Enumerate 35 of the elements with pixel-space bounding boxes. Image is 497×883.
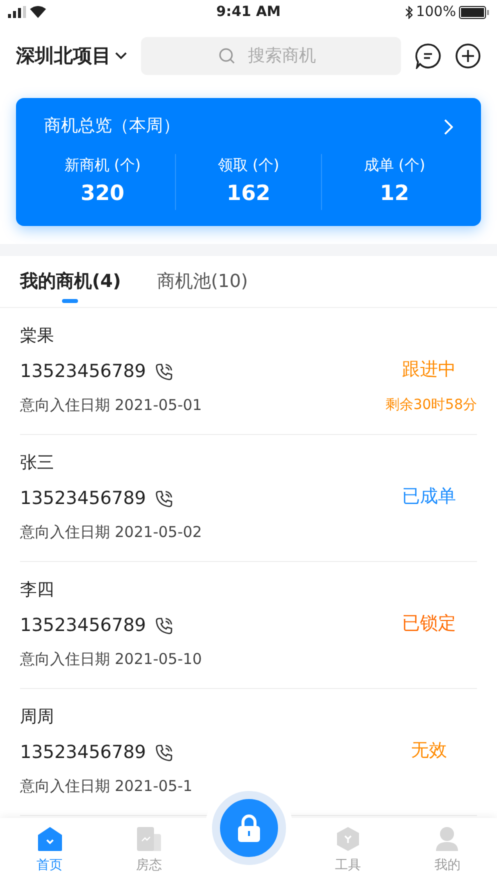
stat-value: 12 [380,180,410,207]
lead-date: 意向入住日期 2021-05-10 [20,649,202,670]
lead-name: 张三 [20,452,55,474]
lead-phone: 13523456789 [20,614,146,638]
lead-name: 棠果 [20,324,55,348]
status-time: 9:41 AM [216,2,281,22]
lead-status: 跟进中 [401,358,457,382]
lead-date: 意向入住日期 2021-05-1 [20,776,192,797]
stat-value: 162 [226,180,270,207]
tab[interactable]: 商机池(10) [156,268,248,302]
lead-date: 意向入住日期 2021-05-02 [20,522,202,543]
stat-label: 新商机 (个) [64,154,141,176]
lead-phone: 13523456789 [20,741,146,765]
nav-tab[interactable]: 首页 [0,826,100,876]
nav-tab[interactable]: 房态 [99,826,199,876]
lead-name: 李四 [20,578,55,602]
stat-label: 成单 (个) [364,154,426,176]
stat-label: 领取 (个) [218,154,280,176]
lead-status: 无效 [410,738,448,762]
countdown: 剩余30时58分 [385,396,477,414]
lead-name: 周周 [20,706,55,728]
nav-tab[interactable]: 工具 [298,826,398,876]
project-selector[interactable]: 深圳北项目 [16,42,127,70]
stat-value: 320 [80,180,124,207]
lead-date: 意向入住日期 2021-05-01 [20,395,202,416]
overview-card[interactable]: 商机总览（本周） 新商机 (个) 320 领取 (个) 162 成单 (个) 12 [16,98,481,226]
lead-status: 已成单 [401,484,457,508]
tab[interactable]: 我的商机(4) [20,268,121,302]
lead-phone: 13523456789 [20,360,146,384]
lead-phone: 13523456789 [20,487,146,511]
nav-tab[interactable]: 我的 [398,826,497,876]
overview-title: 商机总览（本周） [44,115,180,138]
battery-percent: 100% [416,2,456,22]
lead-status: 已锁定 [401,612,457,636]
search-field[interactable]: 搜索商机 [141,37,401,75]
